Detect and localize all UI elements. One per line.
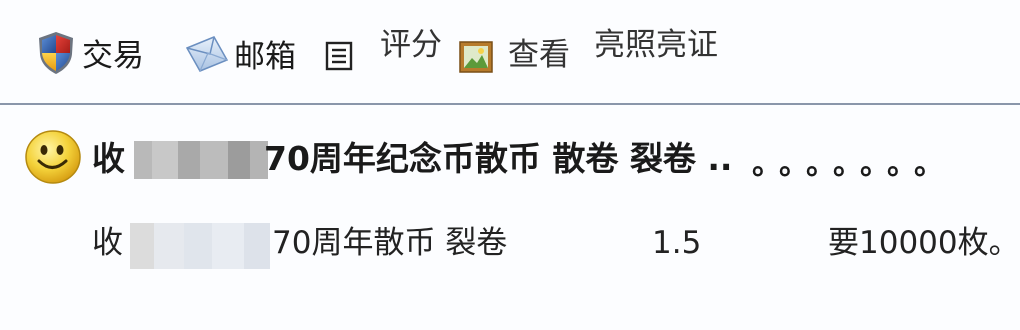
divider bbox=[0, 103, 1020, 105]
rate-label: 评分 bbox=[380, 27, 442, 63]
redacted-block-body bbox=[130, 223, 270, 269]
view-link[interactable]: 查看 bbox=[458, 30, 570, 80]
title-dots: 。。。。。。。 bbox=[752, 147, 956, 182]
price-value: 1.5 bbox=[652, 225, 702, 261]
license-label: 亮照亮证 bbox=[594, 27, 718, 63]
envelope-icon bbox=[184, 34, 230, 80]
shield-icon bbox=[36, 30, 76, 82]
quantity-wanted: 要10000枚。 bbox=[828, 225, 1020, 261]
body-prefix: 收 bbox=[92, 225, 123, 261]
trade-label: 交易 bbox=[82, 37, 144, 74]
list-icon bbox=[325, 41, 353, 77]
list-button[interactable] bbox=[325, 41, 353, 77]
post-title-rest[interactable]: 70周年纪念币散币 散卷 裂卷 .. bbox=[264, 142, 732, 175]
picture-icon bbox=[458, 40, 494, 80]
trade-link[interactable]: 交易 bbox=[36, 30, 144, 82]
post-body: 收 bbox=[92, 228, 123, 259]
redacted-block bbox=[134, 141, 268, 179]
mailbox-link[interactable]: 邮箱 bbox=[184, 34, 296, 80]
post-title[interactable]: 收 bbox=[92, 142, 125, 175]
view-label: 查看 bbox=[508, 36, 570, 73]
smiley-icon bbox=[24, 128, 82, 186]
rate-link[interactable]: 评分 bbox=[380, 30, 442, 61]
mailbox-label: 邮箱 bbox=[234, 38, 296, 75]
toolbar: 交易 邮箱 评分 查看 亮照亮证 bbox=[0, 0, 1020, 100]
title-prefix: 收 bbox=[92, 139, 125, 178]
license-link[interactable]: 亮照亮证 bbox=[594, 30, 718, 61]
post-body-rest: 70周年散币 裂卷 bbox=[272, 225, 508, 261]
